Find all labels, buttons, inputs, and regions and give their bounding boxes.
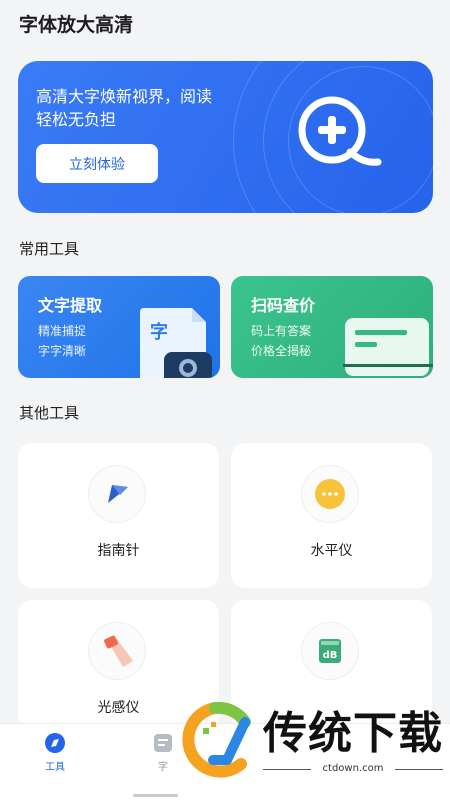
text-extract-card[interactable]: 文字提取 精准捕捉 字字清晰 字 xyxy=(18,276,220,378)
level-card[interactable]: 水平仪 xyxy=(231,443,432,588)
banner-headline: 高清大字焕新视界，阅读 轻松无负担 xyxy=(36,87,213,129)
nav-tab-label: 工具 xyxy=(45,762,65,773)
home-indicator xyxy=(133,794,178,797)
text-nav-icon xyxy=(154,734,172,752)
scan-card-icon xyxy=(343,318,433,376)
nav-tab-label: 字 xyxy=(158,762,168,773)
nav-tab-tools[interactable]: 工具 xyxy=(43,732,67,773)
watermark-text: 传统下载 xyxy=(263,708,443,759)
compass-nav-icon xyxy=(45,733,65,753)
grid-label: 水平仪 xyxy=(310,543,353,559)
try-now-button[interactable]: 立刻体验 xyxy=(36,144,158,183)
tool-card-title: 扫码查价 xyxy=(251,296,316,315)
level-icon xyxy=(301,465,359,523)
section-title-other-tools: 其他工具 xyxy=(19,404,80,422)
scan-price-card[interactable]: 扫码查价 码上有答案 价格全揭秘 xyxy=(231,276,433,378)
tool-card-desc: 精准捕捉 字字清晰 xyxy=(38,324,87,358)
decibel-icon-text: dB xyxy=(323,650,338,661)
tool-card-title: 文字提取 xyxy=(38,296,103,315)
nav-tab-text[interactable]: 字 xyxy=(152,732,174,773)
document-glyph: 字 xyxy=(150,321,168,343)
watermark-sub: ctdown.com xyxy=(263,763,443,774)
compass-card[interactable]: 指南针 xyxy=(18,443,219,588)
compass-icon xyxy=(88,465,146,523)
watermark: 传统下载 ctdown.com xyxy=(175,700,450,780)
decibel-meter-icon: dB xyxy=(301,622,359,680)
section-title-common-tools: 常用工具 xyxy=(19,240,80,258)
grid-label: 指南针 xyxy=(97,543,140,559)
tool-card-desc: 码上有答案 价格全揭秘 xyxy=(251,324,312,358)
text-document-camera-icon: 字 xyxy=(140,308,212,378)
zoom-plus-icon xyxy=(288,86,388,190)
promo-banner[interactable]: 高清大字焕新视界，阅读 轻松无负担 立刻体验 xyxy=(18,61,433,213)
light-sensor-icon xyxy=(88,622,146,680)
watermark-logo-icon xyxy=(182,702,251,778)
app-title: 字体放大高清 xyxy=(19,14,134,36)
